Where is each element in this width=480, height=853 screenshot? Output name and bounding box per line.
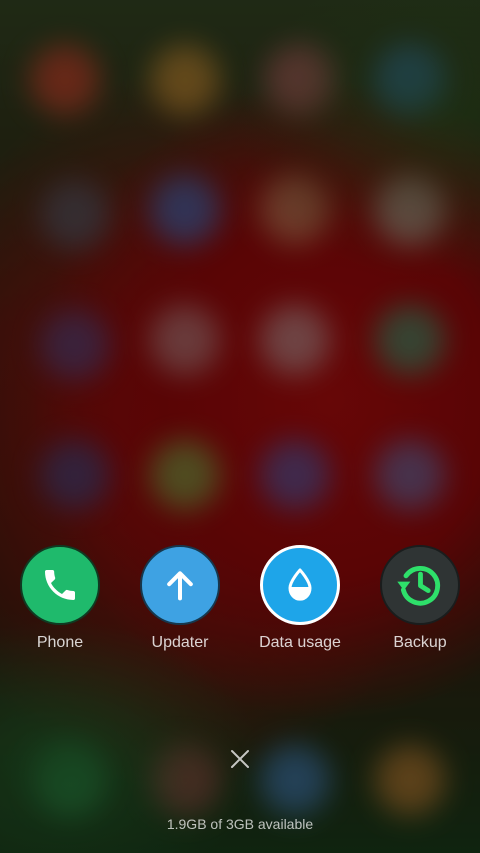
recents-screen: Phone Updater Data usage Backup 1.9GB of… <box>0 0 480 853</box>
updater-label: Updater <box>151 634 209 651</box>
water-drop-icon <box>288 568 312 601</box>
memory-status: 1.9GB of 3GB available <box>166 816 314 832</box>
backup-shortcut-button[interactable] <box>380 545 460 625</box>
data-usage-shortcut-button[interactable] <box>260 545 340 625</box>
updater-shortcut-button[interactable] <box>140 545 220 625</box>
dim-overlay <box>0 0 480 853</box>
backup-label: Backup <box>393 634 447 651</box>
phone-shortcut[interactable]: Phone <box>0 545 120 652</box>
close-recents-button[interactable] <box>226 745 254 773</box>
arrow-up-icon <box>167 571 193 601</box>
phone-shortcut-button[interactable] <box>20 545 100 625</box>
updater-shortcut[interactable]: Updater <box>120 545 240 652</box>
backup-shortcut[interactable]: Backup <box>360 545 480 652</box>
phone-label: Phone <box>36 634 84 651</box>
backup-clock-icon <box>397 565 441 606</box>
close-icon <box>231 750 249 768</box>
data-usage-label: Data usage <box>259 634 341 651</box>
quick-shortcuts-row: Phone Updater Data usage Backup <box>0 545 480 655</box>
data-usage-shortcut[interactable]: Data usage <box>240 545 360 652</box>
phone-icon <box>45 570 75 600</box>
